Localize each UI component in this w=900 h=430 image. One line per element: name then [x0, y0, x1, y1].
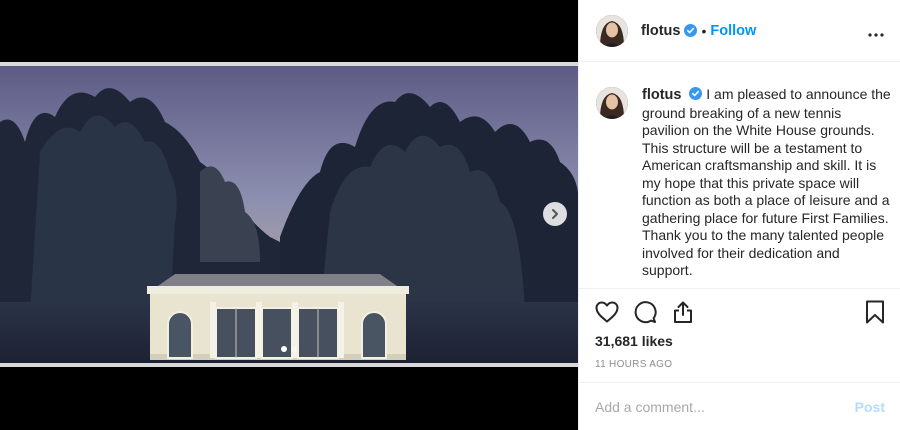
heart-icon[interactable]: [595, 301, 619, 323]
caption-text-block: flotus I am pleased to announce the grou…: [642, 86, 892, 280]
caption-text: I am pleased to announce the ground brea…: [642, 86, 891, 278]
post-actions: 31,681 likes 11 HOURS AGO: [579, 288, 900, 370]
caption-avatar[interactable]: [596, 87, 628, 119]
verified-badge-icon: [684, 24, 698, 37]
post-side-panel: flotus • Follow flotus I am pleased to a…: [578, 0, 900, 430]
carousel-dot: [291, 346, 297, 352]
carousel-next-button[interactable]: [543, 202, 567, 226]
chevron-right-icon: [549, 208, 561, 220]
likes-count[interactable]: 31,681 likes: [595, 333, 885, 349]
comment-icon[interactable]: [633, 300, 657, 324]
post-timestamp[interactable]: 11 HOURS AGO: [595, 359, 885, 370]
carousel-indicator: [0, 346, 578, 352]
avatar[interactable]: [596, 14, 628, 47]
post-caption: flotus I am pleased to announce the grou…: [596, 86, 892, 280]
caption-username[interactable]: flotus: [642, 87, 681, 103]
comment-input[interactable]: [595, 398, 855, 415]
carousel-dot-active: [281, 346, 287, 352]
username[interactable]: flotus: [641, 23, 680, 39]
post-media: [0, 0, 578, 430]
separator-dot: •: [701, 22, 707, 39]
action-icons-row: [595, 289, 885, 335]
follow-button[interactable]: Follow: [710, 23, 756, 39]
verified-badge-icon: [689, 87, 703, 100]
post-comment-button[interactable]: Post: [855, 399, 885, 415]
post-header: flotus • Follow: [579, 0, 900, 62]
post-image[interactable]: [0, 62, 578, 367]
comment-bar: Post: [579, 382, 900, 430]
share-icon[interactable]: [671, 300, 695, 324]
bookmark-icon[interactable]: [865, 300, 885, 324]
more-options-icon[interactable]: [868, 22, 884, 40]
